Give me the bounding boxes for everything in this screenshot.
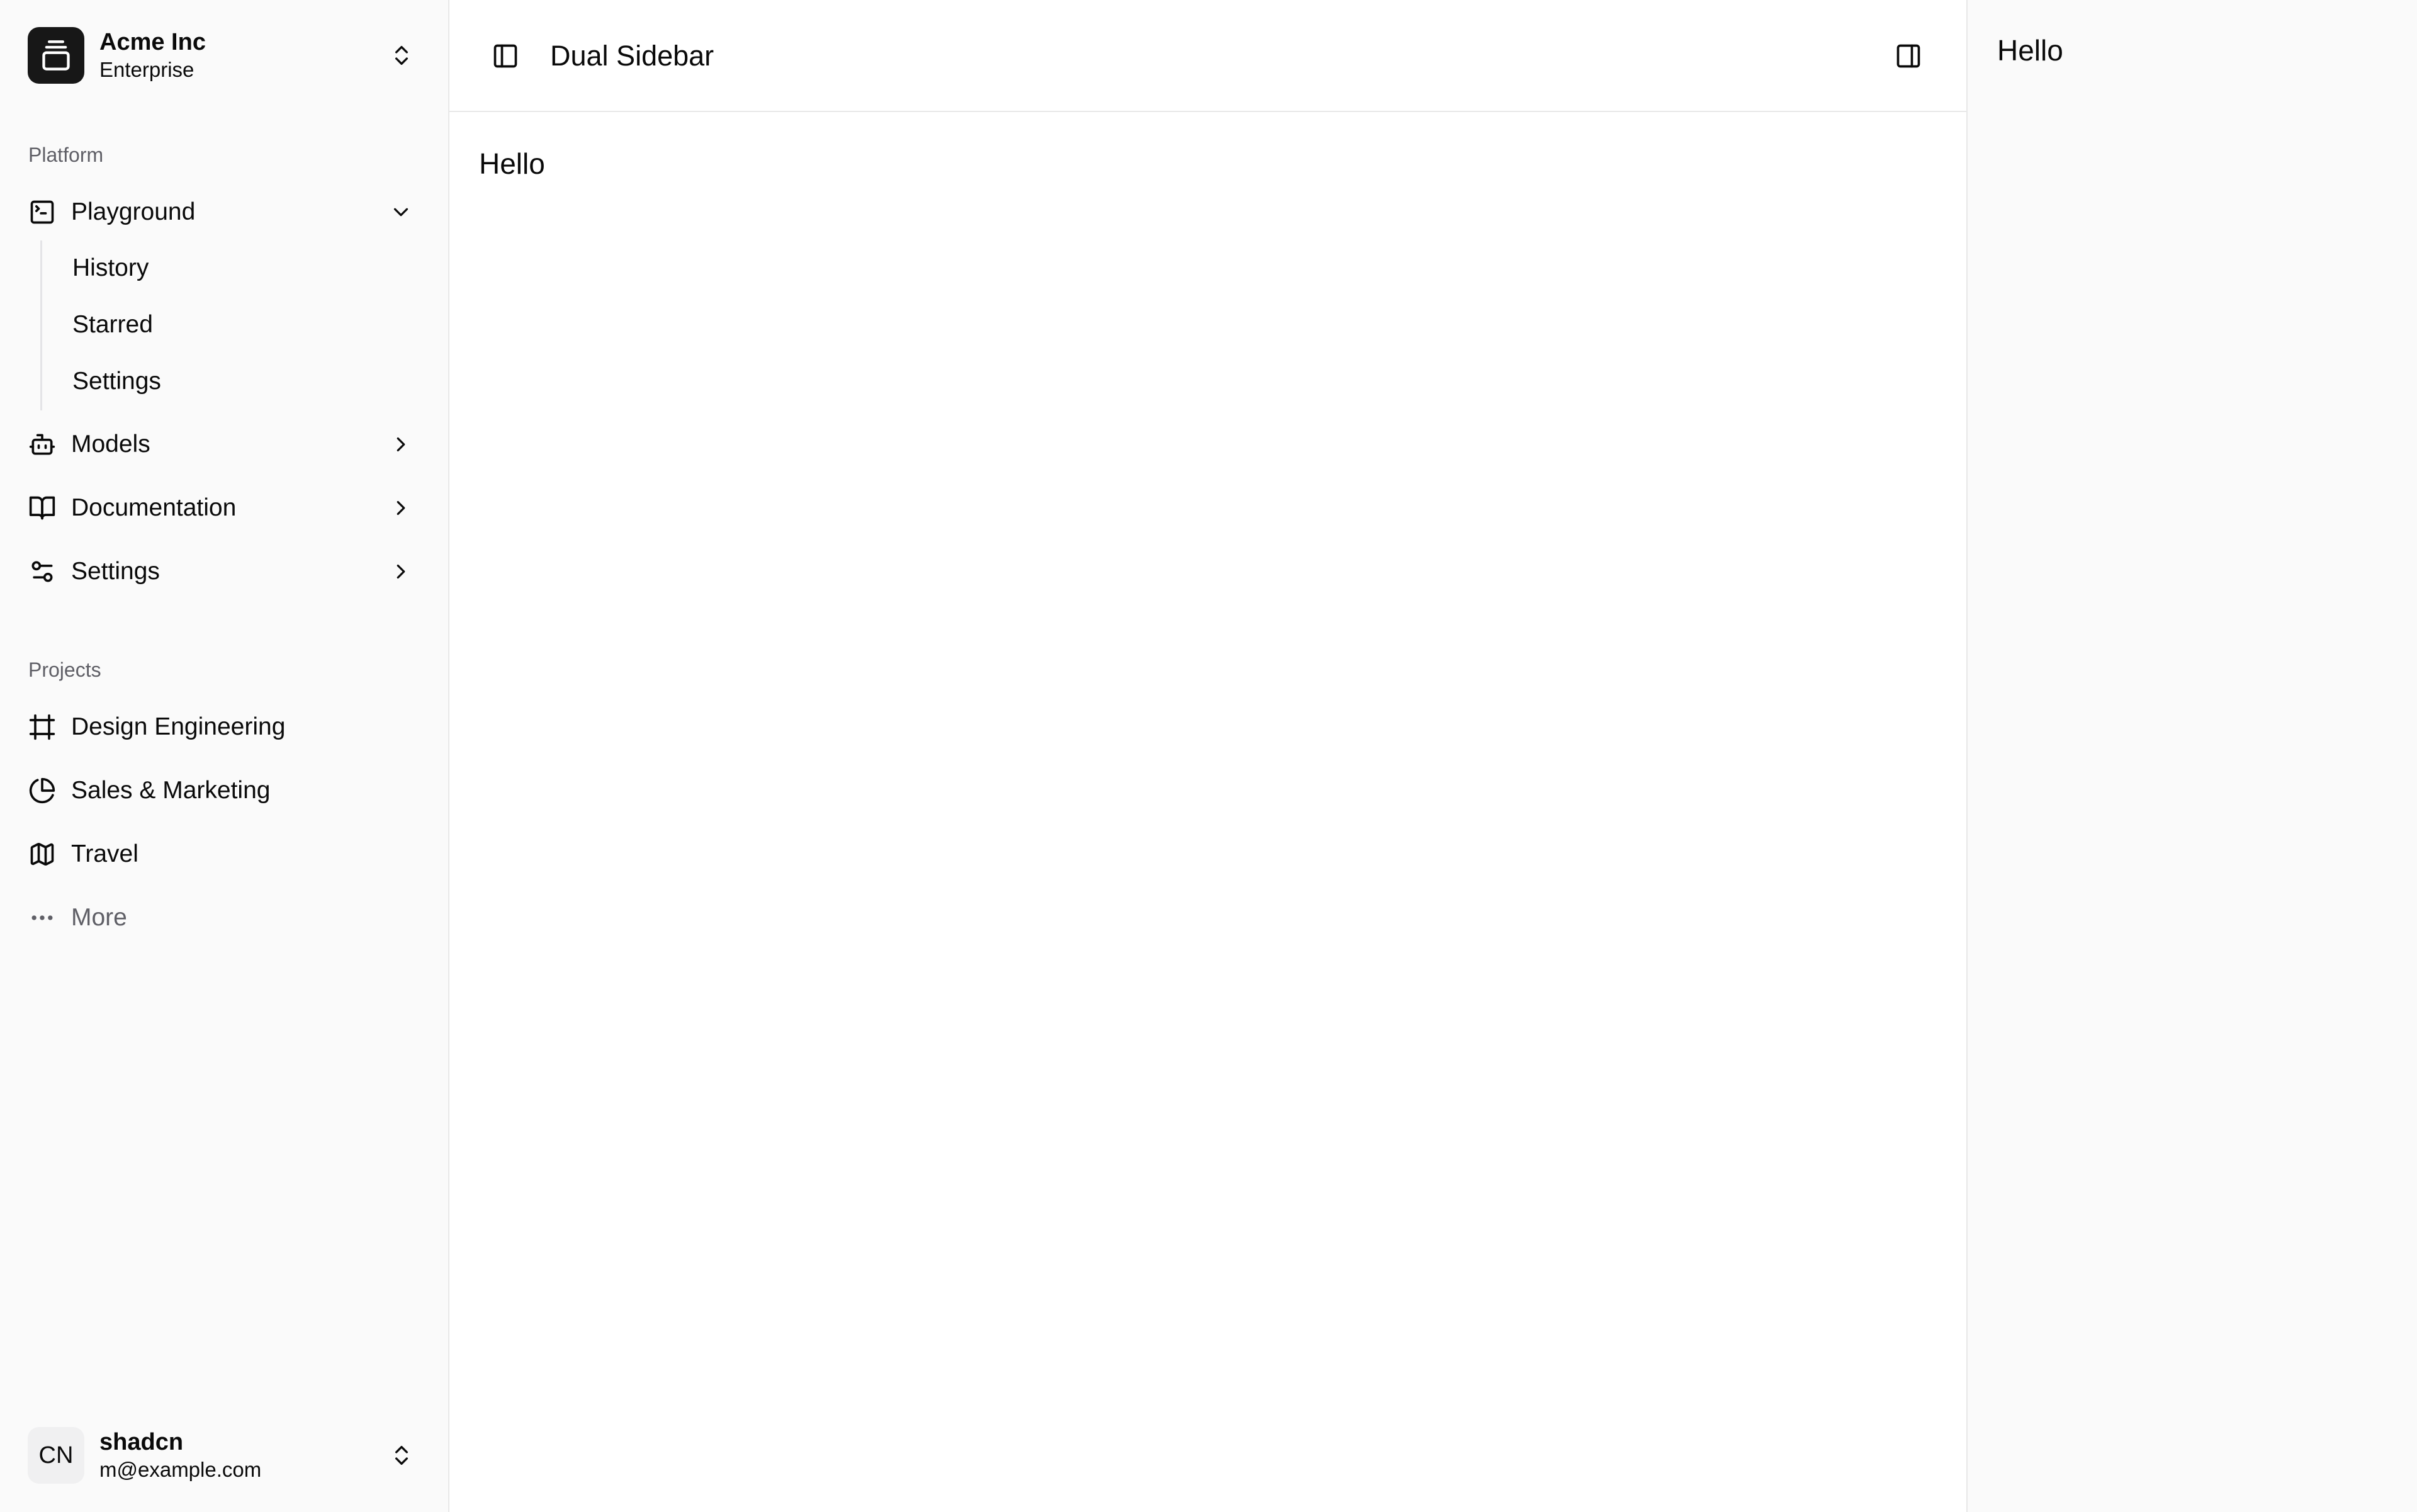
book-open-icon [28, 494, 56, 522]
team-plan: Enterprise [99, 58, 194, 81]
submenu-item-label: Settings [72, 368, 161, 395]
settings-sliders-icon [28, 558, 56, 585]
avatar: CN [28, 1427, 84, 1484]
toggle-right-sidebar-button[interactable] [1883, 31, 1934, 81]
user-email: m@example.com [99, 1458, 262, 1481]
sidebar-item-models[interactable]: Models [13, 416, 437, 473]
project-item-travel[interactable]: Travel [13, 826, 437, 883]
sidebar-item-label: Documentation [71, 494, 237, 521]
sidebar-item-documentation[interactable]: Documentation [13, 480, 437, 536]
more-horizontal-icon [28, 904, 56, 932]
project-item-label: Travel [71, 840, 138, 867]
team-name: Acme Inc [99, 29, 206, 55]
sidebar-item-label: Playground [71, 198, 196, 225]
frame-icon [28, 713, 56, 741]
project-item-design-engineering[interactable]: Design Engineering [13, 699, 437, 755]
main-content-text: Hello [479, 147, 545, 180]
main-header: Dual Sidebar [449, 0, 1966, 112]
team-text: Acme Inc Enterprise [99, 28, 206, 83]
chevron-down-icon [393, 208, 408, 217]
project-item-label: Sales & Marketing [71, 777, 271, 804]
team-switcher[interactable]: Acme Inc Enterprise [13, 13, 437, 98]
submenu-item-label: History [72, 254, 149, 281]
main-area: Dual Sidebar Hello [449, 0, 1966, 1512]
more-label: More [71, 904, 127, 931]
map-icon [28, 840, 56, 868]
submenu-item-settings[interactable]: Settings [57, 356, 410, 407]
user-switcher[interactable]: CN shadcn m@example.com [13, 1413, 437, 1498]
chevrons-up-down-icon [395, 46, 408, 65]
submenu-item-label: Starred [72, 311, 153, 338]
sidebar-item-settings[interactable]: Settings [13, 543, 437, 600]
user-name: shadcn [99, 1429, 184, 1455]
chevron-right-icon [397, 564, 405, 579]
pie-chart-icon [28, 777, 56, 804]
gallery-vertical-end-icon [42, 40, 70, 71]
platform-group-label: Platform [28, 144, 104, 166]
team-logo [28, 27, 84, 84]
chevrons-up-down-icon [395, 1446, 408, 1465]
sidebar-item-label: Models [71, 431, 150, 458]
toggle-left-sidebar-button[interactable] [480, 31, 531, 81]
chevron-right-icon [397, 437, 405, 452]
bot-icon [28, 431, 56, 458]
page-title: Dual Sidebar [550, 40, 714, 72]
user-text: shadcn m@example.com [99, 1428, 261, 1483]
submenu-item-history[interactable]: History [57, 243, 410, 293]
sidebar-item-label: Settings [71, 558, 160, 585]
panel-right-icon [1896, 44, 1920, 68]
chevron-right-icon [397, 500, 405, 516]
square-terminal-icon [28, 198, 56, 226]
project-item-sales-marketing[interactable]: Sales & Marketing [13, 762, 437, 819]
panel-left-icon [493, 44, 517, 68]
sidebar-item-playground[interactable]: Playground [13, 184, 437, 240]
left-sidebar: Acme Inc Enterprise Platform Playground … [0, 0, 449, 1512]
right-sidebar-content-text: Hello [1997, 34, 2063, 67]
projects-group-label: Projects [28, 658, 101, 681]
right-sidebar: Hello [1966, 0, 2417, 1512]
app-root: Acme Inc Enterprise Platform Playground … [0, 0, 2417, 1512]
submenu-item-starred[interactable]: Starred [57, 300, 410, 350]
project-item-more[interactable]: More [13, 889, 437, 946]
playground-submenu: History Starred Settings [40, 240, 426, 410]
project-item-label: Design Engineering [71, 713, 286, 740]
